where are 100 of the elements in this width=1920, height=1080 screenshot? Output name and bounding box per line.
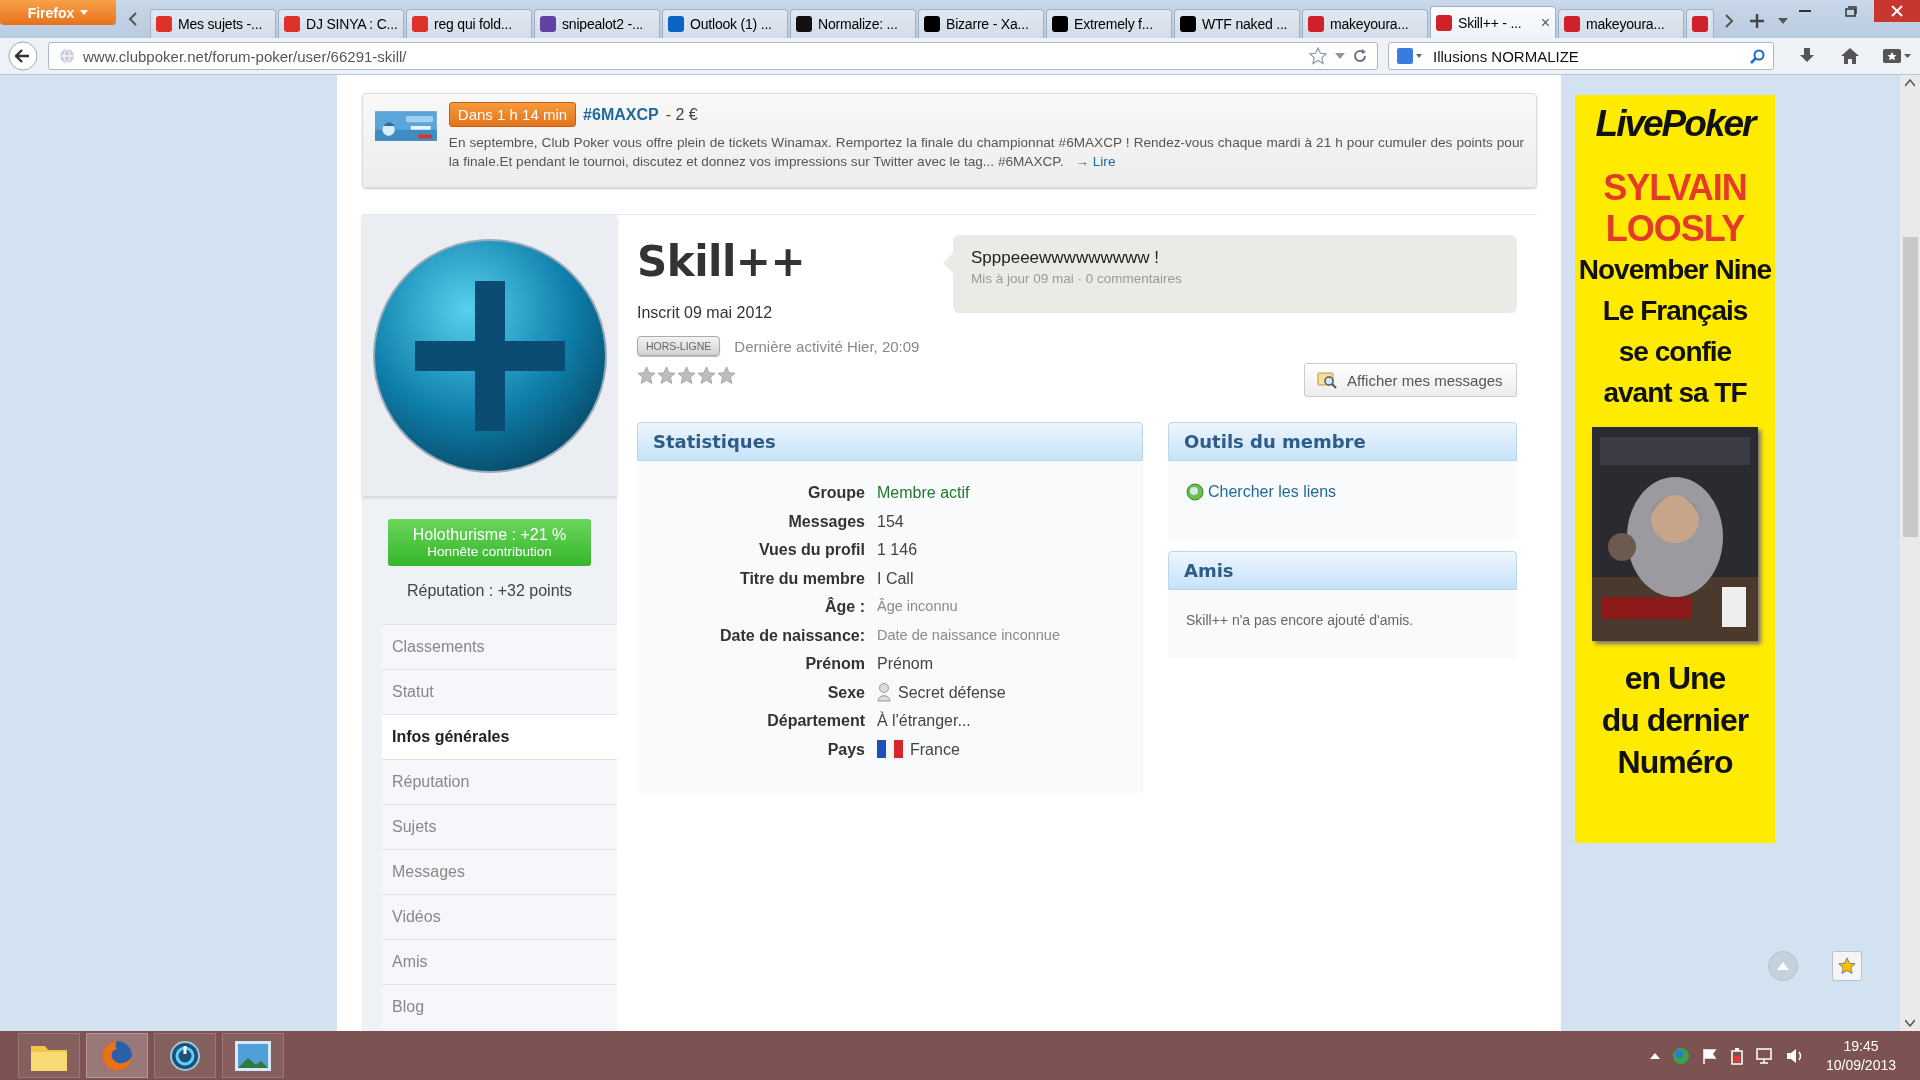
stat-value: Âge inconnu (877, 597, 958, 616)
last-activity: Dernière activité Hier, 20:09 (734, 337, 920, 355)
favorite-button[interactable] (1832, 951, 1862, 981)
search-engine-icon[interactable] (1397, 48, 1423, 64)
history-dropdown-icon[interactable] (1335, 53, 1345, 59)
download-icon[interactable] (1798, 47, 1816, 65)
browser-tab[interactable]: Mes sujets -... (150, 9, 276, 38)
search-icon[interactable] (1750, 48, 1765, 64)
scrollbar[interactable] (1900, 75, 1920, 1031)
reputation-text: Réputation : +32 points (406, 582, 573, 600)
status-meta: Mis à jour 09 mai · 0 commentaires (971, 271, 1183, 286)
stat-label: Pays (826, 739, 865, 760)
stat-value: I Call (877, 568, 914, 589)
star-icon (657, 366, 676, 385)
new-tab-icon[interactable] (1750, 14, 1764, 28)
close-icon[interactable] (1874, 0, 1920, 22)
caret-icon (80, 10, 89, 15)
show-messages-button[interactable]: Afficher mes messages (1304, 363, 1517, 397)
ad-text: du dernier (1601, 701, 1749, 740)
flag-icon[interactable] (1701, 1047, 1718, 1064)
stat-value: Date de naissance inconnue (877, 625, 1060, 645)
browser-tab[interactable]: Skill++ - ... × (1430, 6, 1556, 38)
browser-tab[interactable]: makeyoura... (1302, 9, 1428, 38)
ad-text: Numéro (1617, 743, 1733, 782)
browser-tab[interactable]: DJ SINYA : C... (278, 9, 404, 38)
home-icon[interactable] (1840, 47, 1860, 65)
avatar-plus-icon (370, 236, 609, 475)
scroll-right-icon[interactable] (1724, 14, 1734, 28)
stat-label: Vues du profil (757, 540, 865, 560)
stat-label: Groupe (807, 483, 865, 503)
browser-tab[interactable] (1686, 9, 1714, 38)
stat-label: Prénom (804, 654, 865, 674)
sidebar-item[interactable]: Infos générales (382, 714, 617, 759)
friends-empty-text: Skill++ n'a pas encore ajouté d'amis. (1186, 611, 1415, 630)
ad-headline: SYLVAIN (1603, 167, 1747, 208)
group-link[interactable]: Membre actif (877, 481, 970, 505)
ad-headline: LOOSLY (1605, 208, 1745, 249)
panel-header: Statistiques (637, 422, 1143, 461)
status-text: Spppeeewwwwwwwww ! (971, 248, 1160, 268)
scrollbar-thumb[interactable] (1902, 237, 1918, 537)
address-field[interactable]: www.clubpoker.net/forum-poker/user/66291-skill/ (48, 42, 1378, 70)
ad-text: Le Français (1602, 294, 1748, 328)
photo-viewer-icon[interactable] (222, 1033, 284, 1078)
star-icon (697, 366, 716, 385)
scroll-down-icon[interactable] (1905, 1019, 1915, 1027)
browser-tab[interactable]: reg qui fold... (406, 9, 532, 38)
stat-label: Titre du membre (738, 568, 865, 589)
show-hidden-icons[interactable] (1649, 1052, 1660, 1059)
stat-label: Date de naissance: (719, 625, 865, 646)
up-arrow-icon (1777, 962, 1789, 970)
ad-text: se confie (1618, 335, 1732, 369)
clock[interactable]: 19:45 10/09/2013 (1825, 1036, 1896, 1075)
close-tab-button[interactable]: × (1540, 13, 1550, 32)
browser-tab[interactable]: makeyoura... (1558, 9, 1684, 38)
panel-header: Amis (1168, 551, 1517, 590)
volume-icon[interactable] (1785, 1047, 1804, 1064)
browser-tab[interactable]: Normalize: ... (790, 9, 916, 38)
join-date: Inscrit 09 mai 2012 (637, 304, 774, 322)
stat-value: 1 146 (877, 540, 918, 560)
search-links-link[interactable]: Chercher les liens (1186, 477, 1499, 523)
event-price: - 2 € (665, 105, 698, 124)
read-more-link[interactable]: → Lire (1075, 154, 1116, 169)
stat-value: 154 (877, 511, 904, 532)
stat-label: Âge : (824, 596, 865, 617)
browser-tab[interactable]: WTF naked ... (1174, 9, 1300, 38)
scroll-left-icon[interactable] (128, 12, 138, 26)
globe-icon (59, 48, 75, 64)
ad-text: November Nine (1578, 253, 1772, 287)
browser-tab[interactable]: Outlook (1) ... (662, 9, 788, 38)
magnifier-icon (1317, 371, 1337, 389)
flag-icon (877, 740, 903, 759)
browser-tab[interactable]: Bizarre - Xa... (918, 9, 1044, 38)
tab-list-icon[interactable] (1778, 18, 1788, 24)
back-icon[interactable] (8, 41, 38, 71)
advertisement-banner[interactable]: LivePoker SYLVAIN LOOSLY November Nine Le Français se confie avant sa TF en Une du dernier Numéro (1575, 95, 1775, 843)
globe-icon (1186, 483, 1204, 501)
event-title[interactable]: #6MAXCP (583, 105, 659, 124)
username: Skill++ (637, 237, 807, 286)
folder-icon[interactable] (18, 1033, 80, 1078)
stat-value: À l'étranger... (877, 710, 971, 731)
star-icon (637, 366, 656, 385)
bookmark-star-icon[interactable] (1309, 47, 1327, 65)
search-field[interactable]: Illusions NORMALIZE (1388, 42, 1774, 70)
network-icon[interactable] (1755, 1047, 1774, 1064)
reload-icon[interactable] (1353, 49, 1367, 63)
countdown-badge: Dans 1 h 14 min (448, 102, 577, 127)
stat-label: Département (766, 711, 865, 731)
browser-tab[interactable]: snipealot2 -... (534, 9, 660, 38)
stat-value: France (910, 739, 960, 760)
status-badge: HORS-LIGNE (637, 336, 721, 356)
person-icon (877, 682, 891, 702)
scroll-up-icon[interactable] (1905, 79, 1915, 87)
ad-logo: LivePoker (1595, 103, 1755, 145)
ad-text: en Une (1624, 659, 1726, 698)
browser-tab[interactable]: Extremely f... (1046, 9, 1172, 38)
star-icon (717, 366, 736, 385)
stat-label: Sexe (826, 682, 865, 703)
media-player-icon[interactable] (154, 1033, 216, 1078)
bookmarks-menu-icon[interactable] (1882, 47, 1912, 65)
ad-text: avant sa TF (1603, 376, 1747, 410)
